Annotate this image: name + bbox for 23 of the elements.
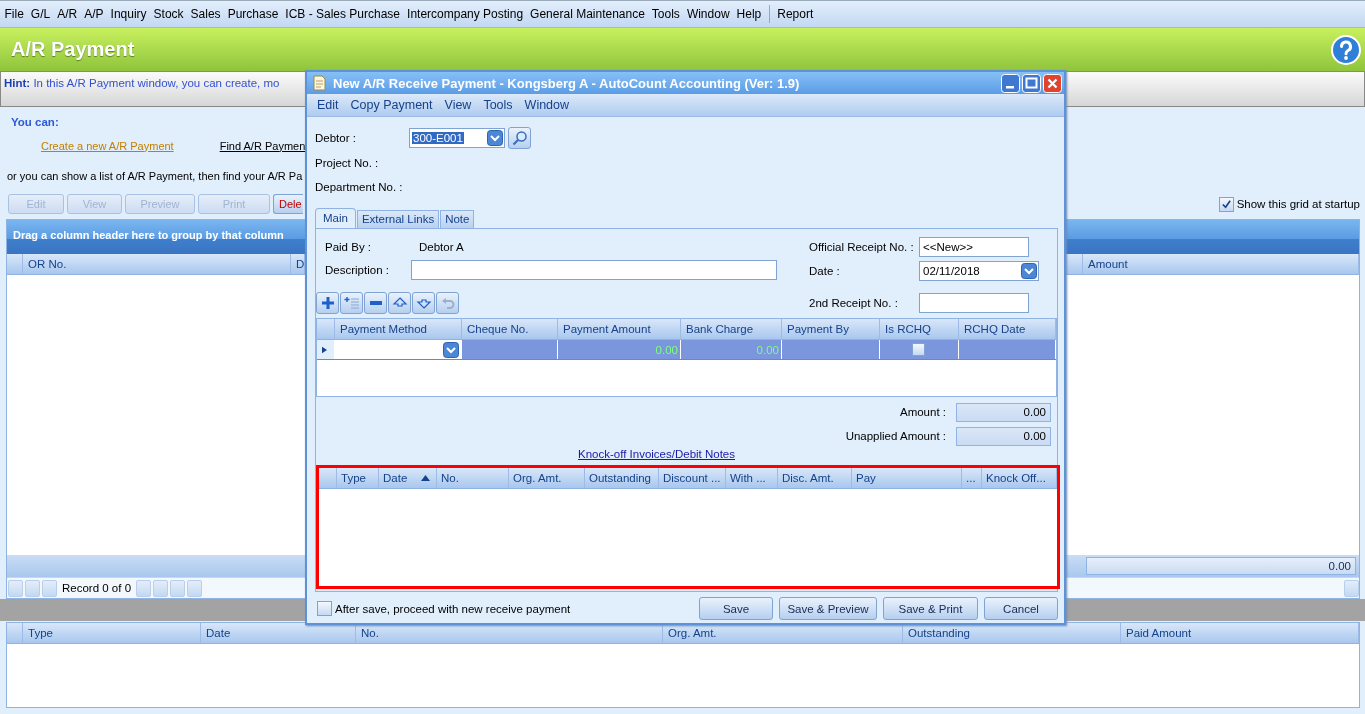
instruction-text: or you can show a list of A/R Payment, then find your A/R Pa [7, 170, 303, 182]
page-title: A/R Payment [11, 38, 135, 61]
field-label: Unapplied Amount : [845, 430, 946, 442]
record-counter: Record 0 of 0 [62, 582, 132, 594]
checkbox-label: After save, proceed with new receive payment [335, 602, 571, 615]
total-field: 0.00 [1086, 557, 1356, 575]
table-cell: 0.00 [558, 340, 681, 359]
field-label: Description : [325, 264, 390, 276]
field-label: Project No. : [315, 157, 379, 169]
field-label: Paid By : [325, 241, 373, 253]
amount-field: 0.00 [956, 426, 1051, 446]
field-label: Amount : [899, 406, 946, 418]
checkbox-label: Show this grid at startup [1236, 198, 1360, 210]
section-heading: You can: [10, 115, 60, 130]
field-label: 2nd Receipt No. : [809, 297, 899, 309]
window-title: New A/R Receive Payment - Kongsberg A - AutoCount Accounting (Ver: 1.9) [333, 75, 800, 91]
field-label: Date : [809, 265, 841, 277]
field-value: Debtor A [419, 241, 464, 253]
field-label: Official Receipt No. : [809, 241, 915, 253]
field-label: Debtor : [315, 132, 357, 144]
table-cell: 0.00 [681, 340, 782, 359]
amount-field: 0.00 [956, 402, 1051, 422]
field-label: Department No. : [315, 181, 403, 193]
